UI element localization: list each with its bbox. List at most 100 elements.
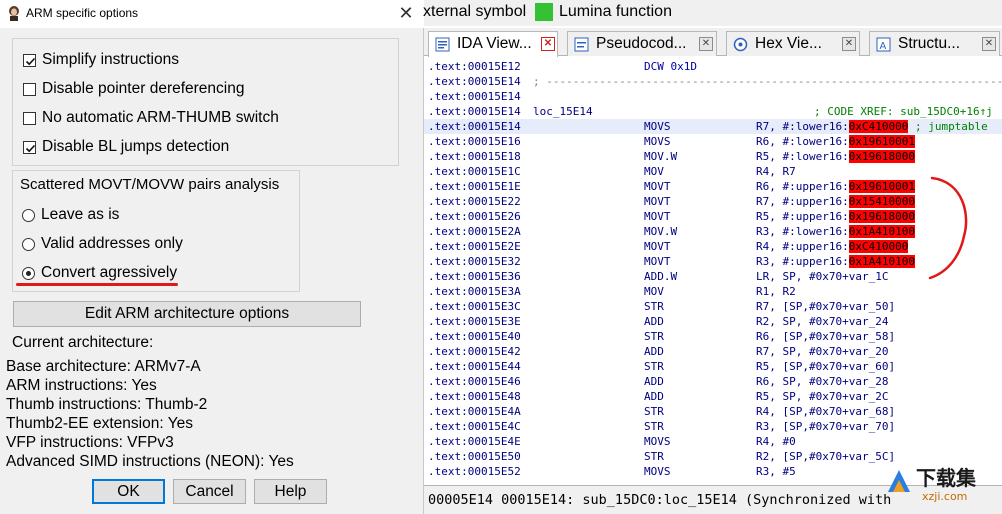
operand-text: R4, [SP,#0x70+var_68] (756, 405, 896, 418)
close-icon[interactable]: ✕ (396, 2, 416, 24)
row-operands: R7, SP, #0x70+var_20 (756, 344, 888, 359)
row-address: .text:00015E4A (428, 405, 521, 418)
tab-close-icon[interactable]: ✕ (541, 37, 555, 51)
highlighted-constant[interactable]: 0x19618000 (848, 210, 915, 223)
highlighted-constant[interactable]: 0x19610001 (848, 180, 915, 193)
listing-row[interactable]: .text:00015E3C STR R7, [SP,#0x70+var_50] (424, 299, 1002, 314)
row-address: .text:00015E1E (428, 180, 521, 193)
listing-row[interactable]: .text:00015E3E ADD R2, SP, #0x70+var_24 (424, 314, 1002, 329)
row-address: .text:00015E48 (428, 390, 521, 403)
row-operands: R1, R2 (756, 284, 796, 299)
row-operands: R3, #5 (756, 464, 796, 479)
operand-text: R5, SP, #0x70+var_2C (756, 390, 889, 403)
listing-row[interactable]: .text:00015E4C STR R3, [SP,#0x70+var_70] (424, 419, 1002, 434)
edit-arm-architecture-button[interactable]: Edit ARM architecture options (13, 301, 361, 327)
listing-row[interactable]: .text:00015E32 MOVT R3, #:upper16:0x1A4101… (424, 254, 1002, 269)
row-label[interactable]: loc_15E14 (533, 104, 593, 119)
arm-options-dialog: ARM specific options ✕ Simplify instruct… (0, 0, 424, 514)
listing-row[interactable]: .text:00015E14 (424, 89, 1002, 104)
listing-row[interactable]: .text:00015E4E MOVS R4, #0 (424, 434, 1002, 449)
listing-row[interactable]: .text:00015E2A MOV.W R3, #:lower16:0x1A410… (424, 224, 1002, 239)
row-address: .text:00015E4E (428, 435, 521, 448)
operand-text: R7, #:lower16: (756, 120, 849, 133)
operand-text: R1, R2 (756, 285, 796, 298)
row-mnemonic: STR (644, 405, 664, 418)
operand-text: R6, SP, #0x70+var_28 (756, 375, 889, 388)
listing-row[interactable]: .text:00015E44 STR R5, [SP,#0x70+var_60] (424, 359, 1002, 374)
listing-row[interactable]: .text:00015E26 MOVT R5, #:upper16:0x196180… (424, 209, 1002, 224)
highlighted-constant[interactable]: 0xC410000 (848, 240, 909, 253)
row-address: .text:00015E12 (428, 60, 521, 73)
row-xref-comment[interactable]: ; CODE XREF: sub_15DC0+16↑j (814, 104, 993, 119)
listing-row[interactable]: .text:00015E48 ADD R5, SP, #0x70+var_2C (424, 389, 1002, 404)
listing-row[interactable]: .text:00015E16 MOVS R6, #:lower16:0x196100… (424, 134, 1002, 149)
highlighted-constant[interactable]: 0x1A410100 (848, 255, 915, 268)
row-mnemonic: STR (644, 450, 664, 463)
ok-button[interactable]: OK (92, 479, 165, 504)
operand-text: R2, [SP,#0x70+var_5C] (756, 450, 896, 463)
tab-pseudocode[interactable]: Pseudocod... ✕ (567, 31, 717, 56)
row-address: .text:00015E16 (428, 135, 521, 148)
row-mnemonic: ADD.W (644, 270, 678, 283)
disassembly-listing[interactable]: .text:00015E12 DCW 0x1D .text:00015E14 ; --… (424, 57, 1002, 485)
row-operands: R3, #:lower16:0x1A410100 (756, 224, 915, 239)
radio-unselected-icon[interactable] (22, 238, 35, 251)
help-button[interactable]: Help (254, 479, 327, 504)
row-operands: R5, #:upper16:0x19618000 (756, 209, 915, 224)
listing-row[interactable]: .text:00015E40 STR R6, [SP,#0x70+var_58] (424, 329, 1002, 344)
tab-ida-view[interactable]: IDA View... ✕ (428, 31, 558, 57)
row-address: .text:00015E22 (428, 195, 521, 208)
radio-selected-icon[interactable] (22, 267, 35, 280)
status-location: 00005E14 00015E14: sub_15DC0:loc_15E14 (… (428, 492, 892, 508)
cancel-button[interactable]: Cancel (173, 479, 246, 504)
listing-row[interactable]: .text:00015E36 ADD.W LR, SP, #0x70+var_1C (424, 269, 1002, 284)
row-address: .text:00015E42 (428, 345, 521, 358)
tab-label: Pseudocod... (596, 35, 687, 52)
listing-row[interactable]: .text:00015E42 ADD R7, SP, #0x70+var_20 (424, 344, 1002, 359)
listing-row[interactable]: .text:00015E4A STR R4, [SP,#0x70+var_68] (424, 404, 1002, 419)
checkbox-checked-icon[interactable] (23, 141, 36, 154)
highlighted-constant[interactable]: 0x1A410100 (848, 225, 915, 238)
highlighted-constant[interactable]: 0x19610001 (848, 135, 915, 148)
listing-row[interactable]: .text:00015E14 MOVS R7, #:lower16:0xC41000… (424, 119, 1002, 134)
highlighted-constant[interactable]: 0x15410000 (848, 195, 915, 208)
row-address: .text:00015E3E (428, 315, 521, 328)
listing-row[interactable]: .text:00015E1E MOVT R6, #:upper16:0x196100… (424, 179, 1002, 194)
listing-row[interactable]: .text:00015E46 ADD R6, SP, #0x70+var_28 (424, 374, 1002, 389)
highlighted-constant[interactable]: 0x19618000 (848, 150, 915, 163)
row-operands: R7, #:lower16:0xC410000 ; jumptable (756, 119, 988, 134)
row-mnemonic: MOVS (644, 135, 671, 148)
row-mnemonic: MOVS (644, 465, 671, 478)
row-operands: R7, #:upper16:0x15410000 (756, 194, 915, 209)
listing-row[interactable]: .text:00015E3A MOV R1, R2 (424, 284, 1002, 299)
highlighted-constant[interactable]: 0xC410000 (848, 120, 909, 133)
listing-row[interactable]: .text:00015E22 MOVT R7, #:upper16:0x154100… (424, 194, 1002, 209)
listing-row[interactable]: .text:00015E12 DCW 0x1D (424, 59, 1002, 74)
listing-row[interactable]: .text:00015E2E MOVT R4, #:upper16:0xC41000… (424, 239, 1002, 254)
tab-hex-view[interactable]: Hex Vie... ✕ (726, 31, 860, 56)
tab-close-icon[interactable]: ✕ (982, 37, 996, 51)
row-address: .text:00015E2A (428, 225, 521, 238)
tab-structures[interactable]: A Structu... ✕ (869, 31, 1000, 56)
row-address: .text:00015E36 (428, 270, 521, 283)
listing-row[interactable]: .text:00015E14 loc_15E14 ; CODE XREF: sub_… (424, 104, 1002, 119)
tab-close-icon[interactable]: ✕ (842, 37, 856, 51)
row-address: .text:00015E3C (428, 300, 521, 313)
listing-row[interactable]: .text:00015E1C MOV R4, R7 (424, 164, 1002, 179)
row-address: .text:00015E40 (428, 330, 521, 343)
dialog-titlebar: ARM specific options ✕ (0, 0, 424, 28)
operand-text: R6, [SP,#0x70+var_58] (756, 330, 896, 343)
row-mnemonic: MOVT (644, 180, 671, 193)
checkbox-checked-icon[interactable] (23, 54, 36, 67)
view-tabs: IDA View... ✕ Pseudocod... ✕ Hex Vie... … (424, 28, 1002, 57)
checkbox-unchecked-icon[interactable] (23, 112, 36, 125)
listing-row[interactable]: .text:00015E14 ; ------------------------… (424, 74, 1002, 89)
row-operands: R5, SP, #0x70+var_2C (756, 389, 888, 404)
checkbox-label: Disable BL jumps detection (42, 138, 230, 155)
radio-unselected-icon[interactable] (22, 209, 35, 222)
row-mnemonic: MOV (644, 165, 664, 178)
tab-close-icon[interactable]: ✕ (699, 37, 713, 51)
operand-text: R3, #:lower16: (756, 225, 849, 238)
checkbox-unchecked-icon[interactable] (23, 83, 36, 96)
listing-row[interactable]: .text:00015E18 MOV.W R5, #:lower16:0x19618… (424, 149, 1002, 164)
